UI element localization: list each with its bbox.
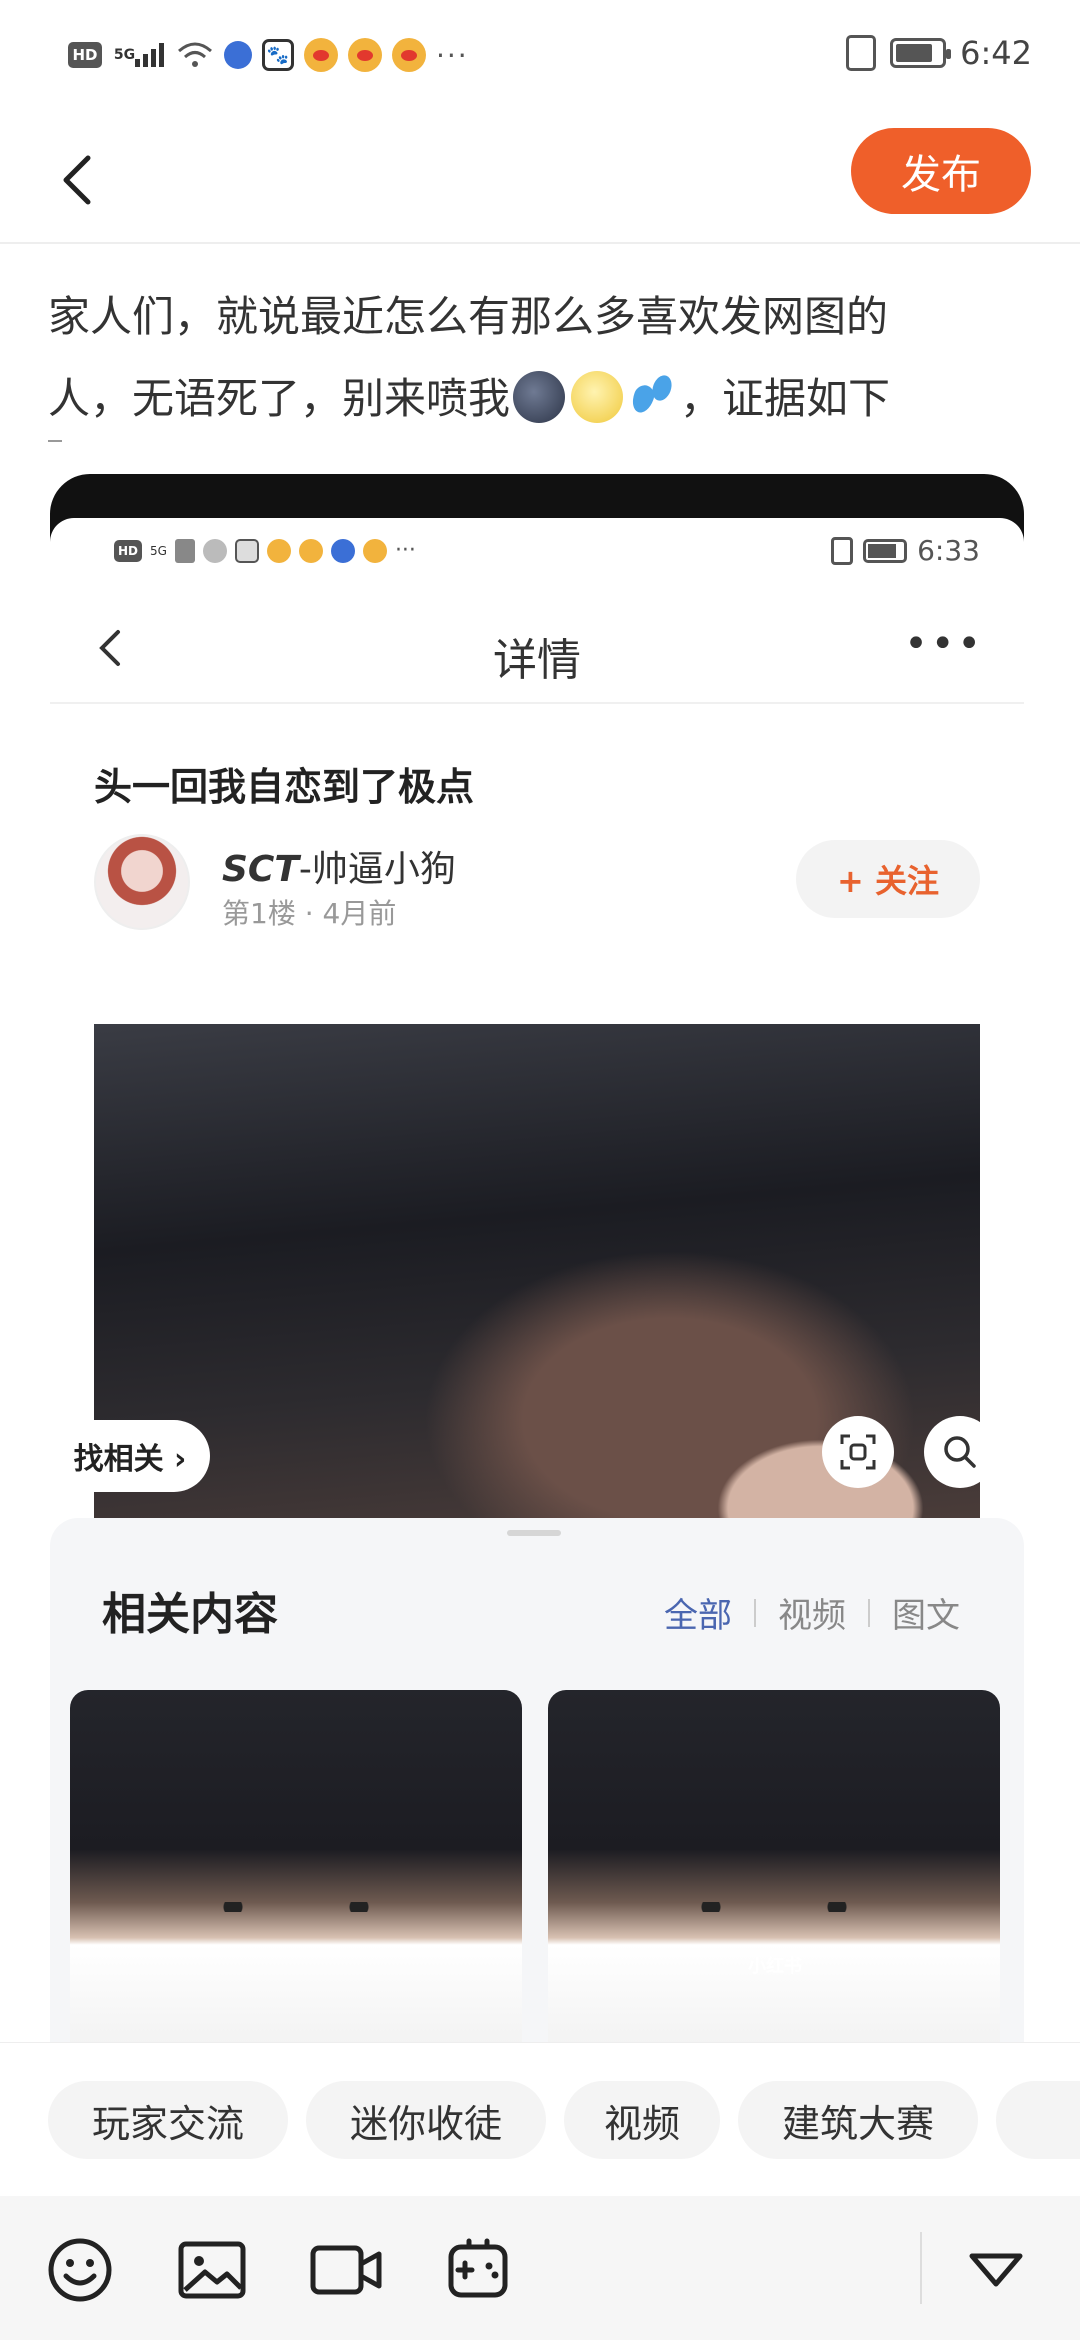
hd-icon: HD [114, 539, 142, 562]
gamepad-icon[interactable] [438, 2230, 518, 2310]
emoji-icon[interactable] [40, 2230, 120, 2310]
bottom-toolbar [0, 2196, 1080, 2340]
weibo-notification-icon [304, 38, 338, 72]
vibrate-icon [831, 536, 854, 565]
baidu-notification-icon: 🐾 [262, 39, 294, 71]
status-icons-right: 6:42 [846, 34, 1032, 72]
topic-chip[interactable]: 建筑大赛 [738, 2081, 978, 2159]
publish-button[interactable]: 发布 [851, 128, 1031, 214]
network-type: 5G [150, 543, 167, 558]
wifi-icon [176, 38, 214, 72]
drag-handle [507, 1530, 561, 1536]
follow-button: + 关注 [796, 840, 980, 918]
find-related-button: 找相关 › [50, 1420, 210, 1492]
weibo-notification-icon [298, 538, 323, 563]
status-icons-left: HD 5G 🐾 ··· [68, 38, 469, 72]
hd-icon: HD [68, 42, 102, 68]
post-text-line2b: ，证据如下 [680, 374, 891, 423]
watermark: 小红书 [748, 1956, 802, 1977]
post-text-input[interactable]: 家人们，就说最近怎么有那么多喜欢发网图的 人，无语死了，别来喷我 ，证据如下 [48, 276, 1038, 440]
screenshot-user-name: SCT-帅逼小狗 [222, 849, 456, 890]
search-icon [924, 1416, 996, 1488]
screenshot-content: HD 5G ··· 6:33 详情 ••• 头一回我自恋到了极点 SCT-帅逼小… [50, 518, 1024, 2044]
topic-chip-partial[interactable] [996, 2081, 1080, 2159]
screenshot-post-title: 头一回我自恋到了极点 [94, 765, 475, 809]
wifi-icon [202, 538, 227, 563]
chevron-left-icon [63, 155, 91, 205]
network-type: 5G [113, 47, 136, 63]
tab-video: 视频 [778, 1596, 846, 1636]
more-icon: ••• [904, 621, 984, 667]
tab-divider [868, 1598, 870, 1627]
screenshot-status-bar: HD 5G ··· 6:33 [50, 518, 1024, 594]
post-text-line1: 家人们，就说最近怎么有那么多喜欢发网图的 [48, 292, 889, 341]
topic-chip[interactable]: 迷你收徒 [306, 2081, 546, 2159]
vibrate-icon [846, 35, 877, 71]
weibo-notification-icon [348, 38, 382, 72]
collapse-icon[interactable] [956, 2230, 1036, 2310]
attached-screenshot[interactable]: HD 5G ··· 6:33 详情 ••• 头一回我自恋到了极点 SCT-帅逼小… [50, 474, 1024, 2044]
back-button[interactable] [50, 150, 110, 210]
baidu-notification-icon [234, 538, 259, 563]
battery-icon [863, 538, 908, 563]
related-thumbnail [70, 1690, 522, 2044]
signal-icon: 5G [112, 38, 166, 72]
screenshot-page-title: 详情 [493, 635, 581, 686]
sun-face-emoji-icon [571, 371, 624, 423]
scan-icon [822, 1416, 894, 1488]
browser-notification-icon [224, 41, 252, 69]
topic-chip[interactable]: 视频 [564, 2081, 720, 2159]
tab-image-text: 图文 [892, 1596, 960, 1636]
related-content-panel: 相关内容 全部 视频 图文 小红书 [50, 1518, 1024, 2044]
post-text-line2a: 人，无语死了，别来喷我 [48, 374, 511, 423]
toolbar-divider [920, 2232, 922, 2304]
related-title: 相关内容 [102, 1589, 278, 1640]
related-tabs: 全部 视频 图文 [664, 1588, 960, 1637]
tab-all: 全部 [664, 1596, 732, 1636]
related-thumbnail: 小红书 [548, 1690, 1000, 2044]
text-cursor [48, 440, 62, 442]
clock: 6:42 [960, 34, 1032, 72]
weibo-notification-icon [392, 38, 426, 72]
editor-header: 发布 [0, 120, 1080, 244]
screenshot-header: 详情 ••• [50, 594, 1024, 704]
topic-chip[interactable]: 玩家交流 [48, 2081, 288, 2159]
more-notifications-icon: ··· [436, 38, 469, 72]
weibo-notification-icon [266, 538, 291, 563]
status-bar: HD 5G 🐾 ··· 6:42 [0, 0, 1080, 120]
image-icon[interactable] [172, 2230, 252, 2310]
tab-divider [754, 1598, 756, 1627]
more-notifications-icon: ··· [394, 538, 416, 563]
battery-icon [890, 38, 952, 68]
weibo-notification-icon [362, 538, 387, 563]
clock: 6:33 [917, 534, 980, 567]
new-moon-face-emoji-icon [513, 371, 566, 423]
screenshot-user-meta: 第1楼 · 4月前 [222, 897, 397, 930]
topic-chips-bar: 玩家交流 迷你收徒 视频 建筑大赛 [0, 2042, 1080, 2192]
video-icon[interactable] [306, 2230, 386, 2310]
browser-notification-icon [330, 538, 355, 563]
sweat-droplets-emoji-icon [629, 371, 677, 423]
avatar [94, 834, 190, 930]
signal-icon [174, 538, 195, 563]
